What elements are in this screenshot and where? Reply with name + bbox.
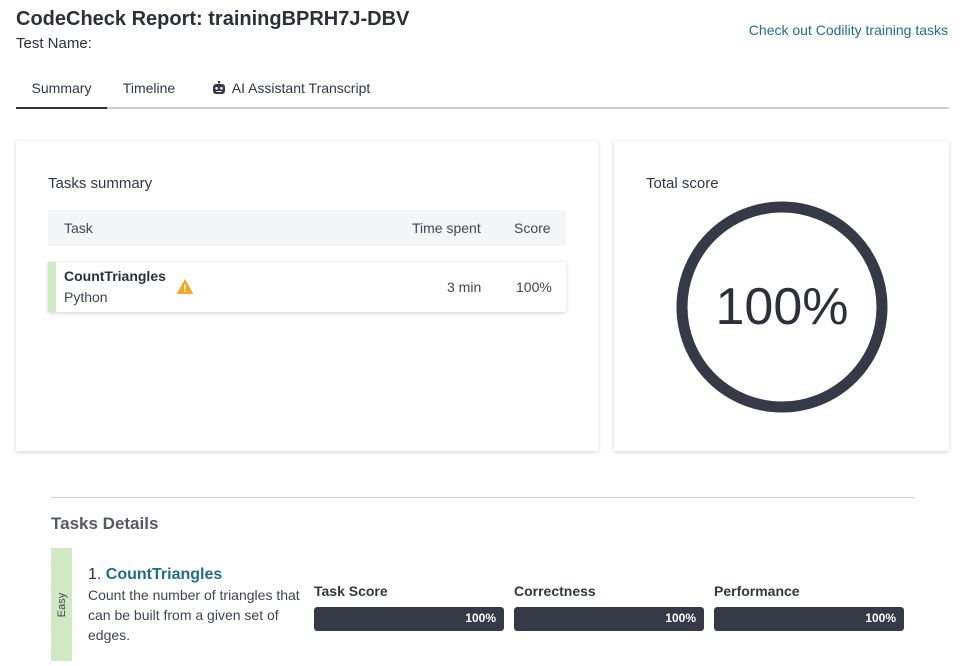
- total-score-title: Total score: [646, 175, 719, 192]
- task-time-spent: 3 min: [447, 279, 482, 295]
- total-score-card: Total score 100%: [614, 141, 949, 451]
- metric-value: 100%: [465, 611, 496, 625]
- difficulty-badge: Easy: [51, 548, 72, 661]
- task-detail-heading: 1. CountTriangles: [88, 566, 222, 584]
- metric-bar: 100%: [714, 607, 904, 631]
- metric-value: 100%: [865, 611, 896, 625]
- table-row[interactable]: CountTriangles Python 3 min 100%: [48, 262, 566, 312]
- task-score: 100%: [516, 279, 552, 295]
- metric-value: 100%: [665, 611, 696, 625]
- test-name: Test Name:: [16, 35, 92, 52]
- task-description: Count the number of triangles that can b…: [88, 587, 300, 643]
- metric-correctness: Correctness 100%: [514, 583, 704, 631]
- report-title: CodeCheck Report: trainingBPRH7J-DBV: [16, 8, 410, 30]
- metric-bar: 100%: [514, 607, 704, 631]
- tab-ai-label: AI Assistant Transcript: [231, 80, 371, 96]
- column-task: Task: [64, 220, 93, 236]
- tasks-table-header: Task Time spent Score: [48, 210, 566, 246]
- column-time-spent: Time spent: [412, 220, 481, 236]
- training-tasks-link[interactable]: Check out Codility training tasks: [749, 22, 948, 38]
- tab-summary[interactable]: Summary: [16, 72, 107, 109]
- tasks-summary-title: Tasks summary: [48, 175, 153, 192]
- warning-icon[interactable]: [177, 279, 193, 295]
- tab-ai-assistant-transcript[interactable]: AI Assistant Transcript: [206, 72, 376, 109]
- metric-label: Performance: [714, 583, 800, 599]
- difficulty-label: Easy: [55, 592, 68, 617]
- task-name: CountTriangles: [64, 268, 166, 284]
- column-score: Score: [514, 220, 551, 236]
- metric-label: Task Score: [314, 583, 388, 599]
- task-number: 1.: [88, 566, 102, 583]
- metric-label: Correctness: [514, 583, 596, 599]
- metric-performance: Performance 100%: [714, 583, 904, 631]
- robot-icon: [212, 81, 225, 94]
- tasks-details-title: Tasks Details: [51, 514, 159, 533]
- section-divider: [51, 497, 914, 498]
- metric-bar: 100%: [314, 607, 504, 631]
- tasks-summary-card: Tasks summary Task Time spent Score Coun…: [16, 141, 598, 451]
- metric-task-score: Task Score 100%: [314, 583, 504, 631]
- tab-bar: Summary Timeline AI Assistant Transcript: [16, 72, 949, 109]
- task-language: Python: [64, 289, 108, 305]
- tab-timeline[interactable]: Timeline: [114, 72, 184, 109]
- task-detail-link[interactable]: CountTriangles: [106, 566, 222, 583]
- total-score-value: 100%: [715, 278, 849, 336]
